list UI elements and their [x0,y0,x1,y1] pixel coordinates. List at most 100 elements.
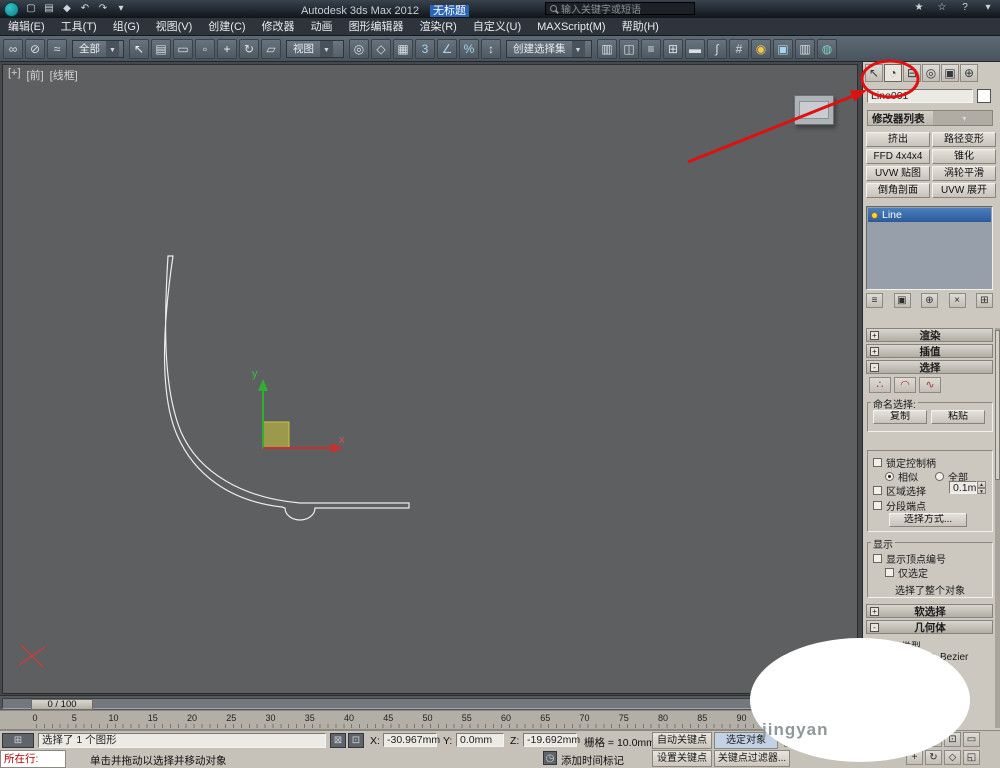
timeline-tick-label[interactable]: 55 [462,713,472,723]
vertex-subobject-icon[interactable]: ∴ [869,377,891,393]
selected-only-checkbox[interactable]: 仅选定 [885,565,928,580]
object-color-swatch[interactable] [977,89,991,103]
communication-center-icon[interactable]: ★ [911,1,927,15]
rendered-frame-window-icon[interactable]: ▥ [795,38,815,59]
selection-lock-icon[interactable]: ⊠ [330,733,346,748]
tab-hierarchy[interactable]: ⊟ [903,64,921,82]
pin-stack-icon[interactable]: ≡ [866,293,883,308]
timeline-tick-label[interactable]: 70 [579,713,589,723]
tab-modify[interactable]: ◔ [884,64,902,82]
panel-scrollbar[interactable] [995,328,1000,728]
rollout-interpolation[interactable]: + 插值 [866,344,993,358]
time-slider-track[interactable]: 0 / 100 [2,698,856,710]
selection-filter-dropdown[interactable]: 全部 [72,39,124,58]
time-slider[interactable]: 0 / 100 [0,695,858,710]
spinner-arrows-icon[interactable] [977,481,986,494]
viewport-menu-shading[interactable]: [线框] [50,67,78,83]
select-and-move-icon[interactable]: + [217,38,237,59]
x-coordinate-field[interactable]: -30.967mm [383,733,440,747]
z-coordinate-field[interactable]: -19.692mm [523,733,580,747]
menu-views[interactable]: 视图(V) [148,18,201,36]
select-and-link-icon[interactable]: ∞ [3,38,23,59]
orbit-icon[interactable]: ↻ [925,750,942,765]
rollout-selection[interactable]: - 选择 [866,360,993,374]
timeline-tick-label[interactable]: 35 [305,713,315,723]
bind-to-space-warp-icon[interactable]: ≈ [47,38,67,59]
object-name-field[interactable]: Line001 [867,89,973,103]
visibility-bulb-icon[interactable] [871,211,878,219]
timeline-tick-label[interactable]: 65 [540,713,550,723]
remove-modifier-icon[interactable]: × [948,293,966,308]
timeline-tick-label[interactable]: 45 [383,713,393,723]
maximize-viewport-icon[interactable]: ◱ [963,750,980,765]
timeline-tick-label[interactable]: 75 [619,713,629,723]
curve-editor-icon[interactable]: ∫ [707,38,727,59]
menu-animation[interactable]: 动画 [303,18,341,36]
select-and-manipulate-icon[interactable]: ◇ [371,38,391,59]
configure-modifier-sets-icon[interactable]: ⊞ [976,293,993,308]
auto-key-button[interactable]: 自动关键点 [652,732,712,749]
menu-modifiers[interactable]: 修改器 [254,18,303,36]
taper-button[interactable]: 锥化 [932,149,996,164]
tab-create[interactable]: ↖ [865,64,883,82]
search-input[interactable]: 输入关键字或短语 [545,2,695,16]
rectangular-selection-region-icon[interactable]: ▭ [173,38,193,59]
graphite-ribbon-icon[interactable]: ▬ [685,38,705,59]
copy-selection-button[interactable]: 复制 [873,410,927,424]
menu-help[interactable]: 帮助(H) [614,18,667,36]
render-production-icon[interactable]: ◍ [817,38,837,59]
select-and-scale-icon[interactable]: ▱ [261,38,281,59]
key-filters-button[interactable]: 关键点过滤器... [714,750,790,767]
show-end-result-icon[interactable]: ▣ [893,293,911,308]
field-of-view-icon[interactable]: ◇ [944,750,961,765]
area-threshold-spinner[interactable]: 0.1mm [949,481,986,494]
spinner-snap-icon[interactable]: ↕ [481,38,501,59]
window-crossing-icon[interactable]: ▫ [195,38,215,59]
maxscript-mini-listener[interactable]: 所在行: [0,750,66,768]
viewport-menu-view[interactable]: [前] [27,67,44,83]
similar-radio[interactable]: 相似 [885,469,918,484]
timeline-tick-label[interactable]: 90 [736,713,746,723]
segment-end-checkbox[interactable]: 分段端点 [873,498,926,513]
viewport-layout-icon[interactable]: ⊞ [2,733,34,748]
timeline-tick-label[interactable]: 5 [69,713,79,723]
edit-named-selection-sets-icon[interactable]: ▥ [597,38,617,59]
menu-create[interactable]: 创建(C) [200,18,253,36]
path-deform-button[interactable]: 路径变形 [932,132,996,147]
timeline-tick-label[interactable]: 25 [226,713,236,723]
timeline-tick-label[interactable]: 85 [697,713,707,723]
uvw-map-button[interactable]: UVW 贴图 [866,166,930,181]
angle-snap-icon[interactable]: ∠ [437,38,457,59]
unlink-selection-icon[interactable]: ⊘ [25,38,45,59]
stack-item-line[interactable]: Line [868,208,991,222]
viewport-front[interactable]: [+] [前] [线框] y x [2,64,858,694]
named-selection-sets-dropdown[interactable]: 创建选择集 [506,39,592,58]
lock-handles-checkbox[interactable]: 锁定控制柄 [873,455,936,470]
area-threshold-value[interactable]: 0.1mm [949,481,985,494]
timeline-tick-label[interactable]: 80 [658,713,668,723]
unwrap-uvw-button[interactable]: UVW 展开 [932,183,996,198]
add-time-tag[interactable]: 添加时间标记 [561,753,624,768]
menu-graph-editors[interactable]: 图形编辑器 [341,18,412,36]
time-slider-handle[interactable]: 0 / 100 [31,699,93,710]
snaps-toggle-icon[interactable]: 3 [415,38,435,59]
rollout-geometry[interactable]: - 几何体 [866,620,993,634]
modifier-stack[interactable]: Line [866,206,993,290]
favorites-icon[interactable]: ☆ [934,1,950,15]
absolute-mode-icon[interactable]: ⊡ [348,733,364,748]
timeline-tick-label[interactable]: 50 [422,713,432,723]
select-and-rotate-icon[interactable]: ↻ [239,38,259,59]
timeline-tick-label[interactable]: 20 [187,713,197,723]
timeline-tick-label[interactable]: 40 [344,713,354,723]
rollout-render[interactable]: + 渲染 [866,328,993,342]
align-icon[interactable]: ≡ [641,38,661,59]
bevel-profile-button[interactable]: 倒角剖面 [866,183,930,198]
area-selection-checkbox[interactable]: 区域选择 [873,483,926,498]
render-setup-icon[interactable]: ▣ [773,38,793,59]
rollout-soft-selection[interactable]: + 软选择 [866,604,993,618]
turbosmooth-button[interactable]: 涡轮平滑 [932,166,996,181]
timeline-tick-label[interactable]: 30 [265,713,275,723]
mirror-icon[interactable]: ◫ [619,38,639,59]
show-vertex-numbers-checkbox[interactable]: 显示顶点编号 [873,551,946,566]
menu-maxscript[interactable]: MAXScript(M) [529,18,613,36]
